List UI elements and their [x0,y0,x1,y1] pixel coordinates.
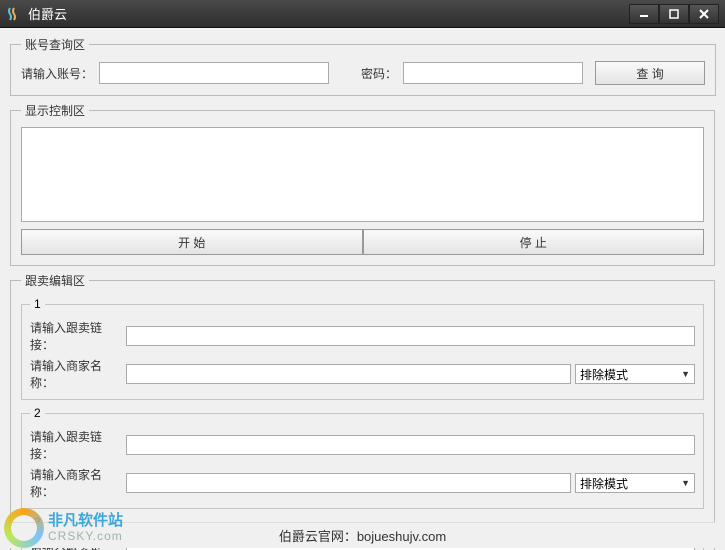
follow-name-input-1[interactable] [126,364,571,384]
footer-bar: 伯爵云官网：bojueshujv.com [10,522,715,548]
maximize-button[interactable] [659,4,689,24]
follow-edit-group: 跟卖编辑区 1 请输入跟卖链接： 请输入商家名称： 排除模式 ▼ 2 [10,272,715,550]
window-title: 伯爵云 [28,4,629,23]
close-button[interactable] [689,4,719,24]
follow-item-2-idx: 2 [30,406,45,420]
account-query-group: 账号查询区 请输入账号： 密码： 查 询 [10,36,716,96]
follow-link-input-2[interactable] [126,435,695,455]
follow-link-label: 请输入跟卖链接： [30,428,122,462]
start-button[interactable]: 开 始 [21,229,363,255]
footer-text: 伯爵云官网：bojueshujv.com [279,529,446,544]
account-query-legend: 账号查询区 [21,36,89,53]
follow-link-input-1[interactable] [126,326,695,346]
display-control-legend: 显示控制区 [21,102,89,119]
account-label: 请输入账号： [21,65,93,82]
titlebar: 伯爵云 [0,0,725,28]
chevron-down-icon: ▼ [681,478,690,488]
minimize-button[interactable] [629,4,659,24]
follow-item-2: 2 请输入跟卖链接： 请输入商家名称： 排除模式 ▼ [21,406,704,509]
password-label: 密码： [361,65,397,82]
app-icon [6,6,22,22]
display-textarea[interactable] [21,127,704,222]
content-area: 账号查询区 请输入账号： 密码： 查 询 显示控制区 开 始 停 止 跟卖编辑区 [0,28,725,550]
display-control-group: 显示控制区 开 始 停 止 [10,102,715,266]
window-controls [629,4,719,24]
chevron-down-icon: ▼ [681,369,690,379]
account-input[interactable] [99,62,329,84]
password-input[interactable] [403,62,583,84]
app-window: 伯爵云 账号查询区 请输入账号： 密码： 查 询 [0,0,725,550]
maximize-icon [669,9,679,19]
follow-name-label: 请输入商家名称： [30,466,122,500]
follow-link-label: 请输入跟卖链接： [30,319,122,353]
close-icon [699,9,709,19]
stop-button[interactable]: 停 止 [363,229,705,255]
follow-name-input-2[interactable] [126,473,571,493]
minimize-icon [639,9,649,19]
mode-combo-1[interactable]: 排除模式 ▼ [575,364,695,384]
follow-edit-legend: 跟卖编辑区 [21,272,89,289]
follow-item-1: 1 请输入跟卖链接： 请输入商家名称： 排除模式 ▼ [21,297,704,400]
follow-item-1-idx: 1 [30,297,45,311]
mode-combo-1-value: 排除模式 [580,366,628,383]
follow-name-label: 请输入商家名称： [30,357,122,391]
search-button[interactable]: 查 询 [595,61,705,85]
mode-combo-2[interactable]: 排除模式 ▼ [575,473,695,493]
mode-combo-2-value: 排除模式 [580,475,628,492]
